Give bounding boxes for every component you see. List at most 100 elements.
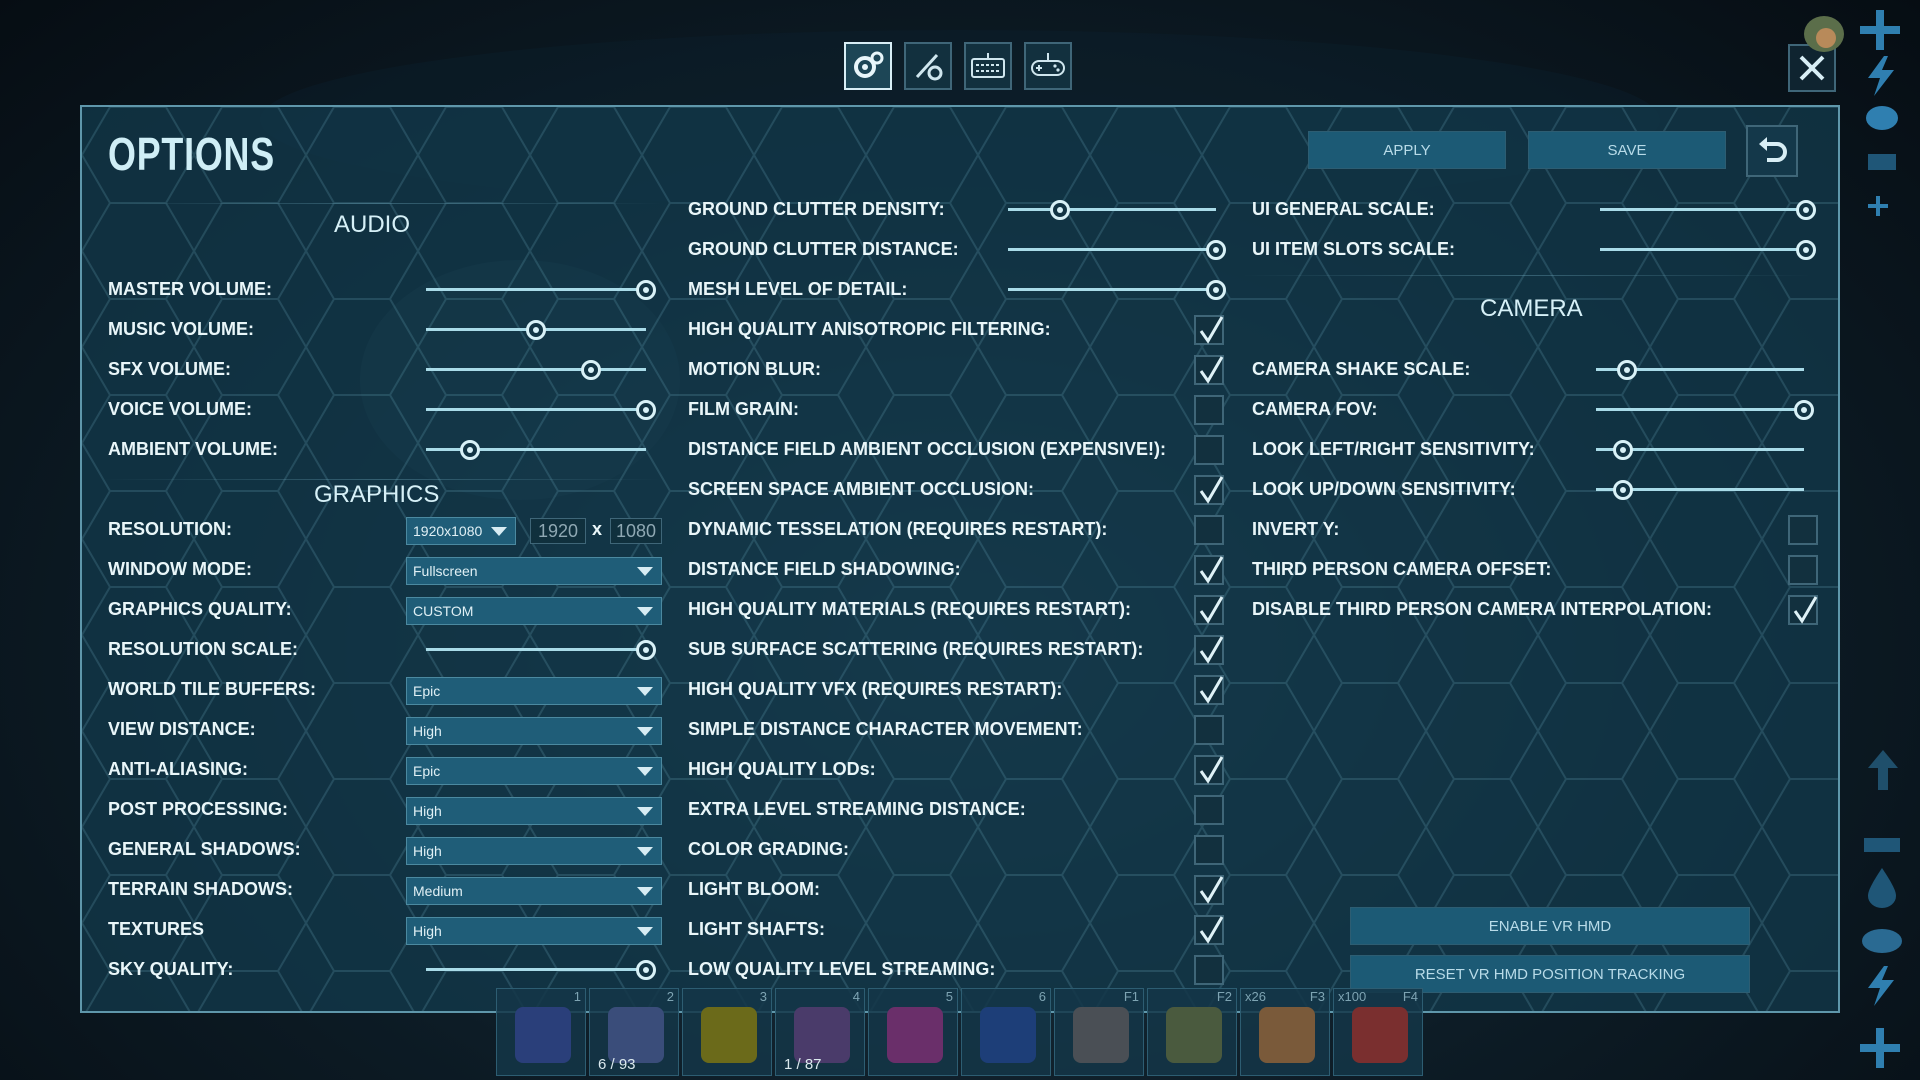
disable-camera-interpolation-checkbox[interactable]	[1788, 595, 1818, 625]
toggle-checkbox[interactable]	[1194, 395, 1224, 425]
health-plus-icon	[1860, 10, 1900, 50]
slot-durability: 1 / 87	[784, 1056, 822, 1073]
world-tile-buffers-dropdown[interactable]: Epic	[406, 677, 662, 705]
ui-item-slots-scale-slider[interactable]	[1600, 240, 1816, 260]
hotbar-slot[interactable]: 5	[868, 988, 958, 1076]
toggle-checkbox[interactable]	[1194, 755, 1224, 785]
tab-general-settings[interactable]	[844, 42, 892, 90]
general-shadows-dropdown[interactable]: High	[406, 837, 662, 865]
window-mode-value: Fullscreen	[413, 563, 478, 579]
resolution-height-input[interactable]: 1080	[610, 518, 662, 544]
post-processing-dropdown[interactable]: High	[406, 797, 662, 825]
tab-tool-settings[interactable]	[904, 42, 952, 90]
sfx-volume-slider[interactable]	[426, 360, 646, 380]
hotbar-slot[interactable]: 3	[682, 988, 772, 1076]
health-meter-plus-icon	[1860, 1028, 1900, 1068]
toggle-checkbox[interactable]	[1194, 595, 1224, 625]
hotbar-slot[interactable]: F1	[1054, 988, 1144, 1076]
master-volume-slider[interactable]	[426, 280, 656, 300]
slider-thumb[interactable]	[526, 320, 546, 340]
ambient-volume-slider[interactable]	[426, 440, 646, 460]
invert-y-checkbox[interactable]	[1788, 515, 1818, 545]
sky-quality-slider[interactable]	[426, 960, 656, 980]
toggle-checkbox[interactable]	[1194, 475, 1224, 505]
hotbar-slot[interactable]: 6	[961, 988, 1051, 1076]
toggle-checkbox[interactable]	[1194, 435, 1224, 465]
toggle-checkbox[interactable]	[1194, 955, 1224, 985]
undo-button[interactable]	[1746, 125, 1798, 177]
terrain-shadows-value: Medium	[413, 883, 463, 899]
slider-thumb[interactable]	[1613, 480, 1634, 500]
look-left-right-sensitivity-slider[interactable]	[1596, 440, 1804, 460]
third-person-camera-offset-checkbox[interactable]	[1788, 555, 1818, 585]
hotbar-slot[interactable]: 4 1 / 87	[775, 988, 865, 1076]
toggle-checkbox[interactable]	[1194, 715, 1224, 745]
terrain-shadows-label: TERRAIN SHADOWS:	[108, 879, 293, 899]
textures-label: TEXTURES	[108, 919, 205, 939]
voice-volume-slider[interactable]	[426, 400, 656, 420]
toggle-label: SCREEN SPACE AMBIENT OCCLUSION:	[688, 479, 1035, 499]
slider-thumb[interactable]	[1206, 280, 1226, 300]
apply-button[interactable]: APPLY	[1308, 131, 1506, 169]
view-distance-dropdown[interactable]: High	[406, 717, 662, 745]
slider-thumb[interactable]	[1050, 200, 1070, 220]
hotbar-slot[interactable]: 2 6 / 93	[589, 988, 679, 1076]
resolution-dropdown[interactable]: 1920x1080	[406, 517, 516, 545]
toggle-checkbox[interactable]	[1194, 355, 1224, 385]
toggle-checkbox[interactable]	[1194, 915, 1224, 945]
textures-value: High	[413, 923, 442, 939]
chevron-down-icon	[637, 807, 653, 816]
camera-shake-scale-label: CAMERA SHAKE SCALE:	[1252, 359, 1471, 379]
hotbar-slot[interactable]: F4 x100	[1333, 988, 1423, 1076]
toggle-checkbox[interactable]	[1194, 875, 1224, 905]
toggle-checkbox[interactable]	[1194, 675, 1224, 705]
tool-settings-icon	[915, 53, 943, 81]
toggle-checkbox[interactable]	[1194, 515, 1224, 545]
tab-gamepad[interactable]	[1024, 42, 1072, 90]
slider-thumb[interactable]	[636, 280, 656, 300]
hotbar-slot[interactable]: 1	[496, 988, 586, 1076]
textures-dropdown[interactable]: High	[406, 917, 662, 945]
slider-thumb[interactable]	[1613, 440, 1634, 460]
slider-thumb[interactable]	[636, 640, 656, 660]
slot-number: F3	[1309, 989, 1325, 1004]
toggle-checkbox[interactable]	[1194, 555, 1224, 585]
look-up-down-sensitivity-slider[interactable]	[1596, 480, 1804, 500]
resolution-width-input[interactable]: 1920	[530, 518, 586, 544]
enable-vr-hmd-button[interactable]: ENABLE VR HMD	[1350, 907, 1750, 945]
window-mode-dropdown[interactable]: Fullscreen	[406, 557, 662, 585]
camera-fov-slider[interactable]	[1596, 400, 1814, 420]
food-icon	[1866, 106, 1898, 130]
ground-clutter-density-slider[interactable]	[1008, 200, 1216, 220]
slot-number: 4	[852, 989, 860, 1004]
ground-clutter-distance-slider[interactable]	[1008, 240, 1226, 260]
toggle-checkbox[interactable]	[1194, 835, 1224, 865]
camera-shake-scale-slider[interactable]	[1596, 360, 1804, 380]
toggle-checkbox[interactable]	[1194, 635, 1224, 665]
player-portrait-icon	[1804, 16, 1844, 52]
slider-thumb[interactable]	[460, 440, 480, 460]
slider-thumb[interactable]	[636, 400, 656, 420]
slider-thumb[interactable]	[1796, 240, 1816, 260]
graphics-quality-dropdown[interactable]: CUSTOM	[406, 597, 662, 625]
tab-keyboard[interactable]	[964, 42, 1012, 90]
slider-thumb[interactable]	[1794, 400, 1814, 420]
slider-thumb[interactable]	[1796, 200, 1816, 220]
slider-thumb[interactable]	[636, 960, 656, 980]
slider-thumb[interactable]	[1206, 240, 1226, 260]
toggle-checkbox[interactable]	[1194, 315, 1224, 345]
music-volume-slider[interactable]	[426, 320, 646, 340]
anti-aliasing-dropdown[interactable]: Epic	[406, 757, 662, 785]
mesh-lod-slider[interactable]	[1008, 280, 1226, 300]
hotbar-slot[interactable]: F2	[1147, 988, 1237, 1076]
toggle-checkbox[interactable]	[1194, 795, 1224, 825]
resolution-value: 1920x1080	[413, 523, 483, 539]
resolution-scale-slider[interactable]	[426, 640, 656, 660]
item-icon	[608, 1007, 664, 1063]
slider-thumb[interactable]	[1617, 360, 1638, 380]
terrain-shadows-dropdown[interactable]: Medium	[406, 877, 662, 905]
hotbar-slot[interactable]: F3 x26	[1240, 988, 1330, 1076]
ui-general-scale-slider[interactable]	[1600, 200, 1816, 220]
slider-thumb[interactable]	[581, 360, 601, 380]
save-button[interactable]: SAVE	[1528, 131, 1726, 169]
